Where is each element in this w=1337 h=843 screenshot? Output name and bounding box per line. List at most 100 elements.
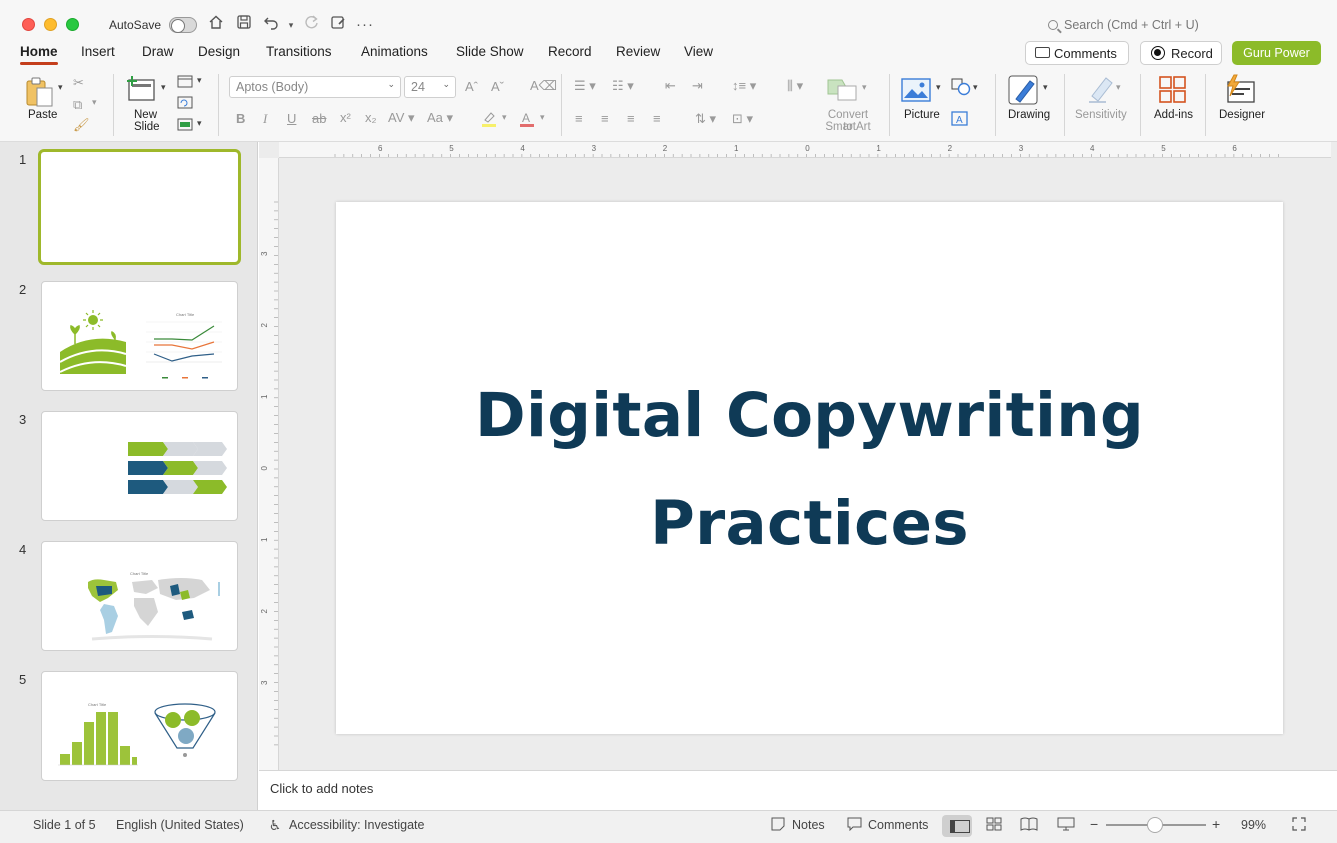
svg-text:A: A: [522, 111, 530, 125]
character-spacing-icon: AV ▾: [388, 110, 415, 125]
drawing-label: Drawing: [1008, 109, 1051, 121]
language-status[interactable]: English (United States): [116, 818, 244, 832]
slide-thumbnail-5[interactable]: Chart Title: [41, 671, 238, 781]
font-name-value: Aptos (Body): [236, 80, 309, 94]
designer-icon[interactable]: [1224, 74, 1256, 107]
font-size-value: 24: [411, 80, 425, 94]
new-slide-label-line2: Slide: [134, 121, 160, 133]
drawing-icon[interactable]: [1008, 75, 1040, 108]
slide-thumbnail-2[interactable]: Chart Title: [41, 281, 238, 391]
accessibility-icon[interactable]: ♿: [266, 817, 284, 833]
ruler-label: 1: [260, 394, 269, 399]
ribbon-home: ▾ Paste ✂ ⧉ ▾ 🖌 ▾ New Slide ▾ ▾ Aptos (B…: [0, 68, 1337, 142]
current-slide[interactable]: Digital Copywriting Practices: [336, 202, 1283, 734]
slide-thumbnails-pane[interactable]: 1 2 Chart Title 3 4 Chart Title 5 Chart …: [0, 142, 258, 810]
decrease-indent-icon: ⇤: [665, 78, 676, 93]
picture-label: Picture: [904, 109, 940, 121]
slide-show-icon[interactable]: [1057, 817, 1075, 833]
ruler-label: 3: [1019, 144, 1024, 153]
paste-label: Paste: [28, 109, 58, 121]
save-icon[interactable]: [233, 14, 255, 36]
subscript-icon: x₂: [365, 110, 377, 125]
reset-slide-icon[interactable]: [177, 96, 193, 112]
close-window-button[interactable]: [22, 18, 35, 31]
comments-status-icon[interactable]: [845, 817, 863, 833]
home-icon[interactable]: [205, 14, 227, 36]
decrease-font-size-icon: Aˇ: [491, 79, 504, 94]
tab-view[interactable]: View: [684, 44, 713, 59]
picture-icon[interactable]: [901, 78, 931, 105]
notes-toggle[interactable]: Notes: [792, 818, 825, 832]
shapes-icon[interactable]: [951, 78, 971, 99]
slide-thumbnail-1[interactable]: [38, 149, 241, 265]
search-placeholder: Search (Cmd + Ctrl + U): [1064, 18, 1199, 32]
section-dropdown-icon[interactable]: ▾: [197, 118, 202, 129]
save-as-icon[interactable]: [327, 14, 349, 36]
bullets-icon: ☰ ▾: [574, 78, 596, 93]
ruler-label: 6: [1232, 144, 1237, 153]
zoom-slider-handle[interactable]: [1147, 817, 1163, 833]
autosave-label: AutoSave: [109, 18, 162, 32]
zoom-out-icon[interactable]: −: [1090, 816, 1098, 832]
tab-animations[interactable]: Animations: [361, 44, 428, 59]
tab-transitions[interactable]: Transitions: [266, 44, 332, 59]
font-name-select[interactable]: Aptos (Body) ⌄: [229, 76, 401, 98]
picture-dropdown-icon[interactable]: ▾: [936, 82, 941, 93]
zoom-level[interactable]: 99%: [1241, 818, 1266, 832]
fit-to-window-icon[interactable]: [1290, 817, 1308, 833]
paste-icon[interactable]: [24, 76, 56, 111]
tab-design[interactable]: Design: [198, 44, 240, 59]
title-bar: AutoSave ▾ ··· Search (Cmd + Ctrl + U): [0, 0, 1337, 40]
ruler-label: 0: [805, 144, 810, 153]
text-box-icon[interactable]: A: [951, 111, 969, 130]
layout-dropdown-icon[interactable]: ▾: [197, 75, 202, 86]
comments-toggle[interactable]: Comments: [868, 818, 928, 832]
tab-insert[interactable]: Insert: [81, 44, 115, 59]
minimize-window-button[interactable]: [44, 18, 57, 31]
guru-power-button[interactable]: Guru Power: [1232, 41, 1321, 65]
new-slide-icon[interactable]: [126, 74, 156, 105]
zoom-in-icon[interactable]: +: [1212, 816, 1220, 832]
add-ins-icon[interactable]: [1158, 75, 1188, 108]
tab-review[interactable]: Review: [616, 44, 660, 59]
convert-smartart-icon: [826, 76, 860, 105]
tab-record[interactable]: Record: [548, 44, 592, 59]
ruler-label: 1: [876, 144, 881, 153]
tab-slide-show[interactable]: Slide Show: [456, 44, 524, 59]
comments-button[interactable]: Comments: [1025, 41, 1129, 65]
notes-pane[interactable]: Click to add notes: [259, 770, 1337, 810]
designer-label: Designer: [1219, 109, 1266, 121]
slide-title-line2: Practices: [650, 488, 969, 559]
normal-view-icon[interactable]: [942, 815, 972, 837]
reading-view-icon[interactable]: [1020, 817, 1038, 833]
undo-dropdown-icon[interactable]: ▾: [280, 14, 302, 36]
shapes-dropdown-icon[interactable]: ▾: [973, 82, 978, 93]
section-icon[interactable]: [177, 118, 193, 134]
tab-home[interactable]: Home: [20, 44, 58, 65]
slide-thumbnail-3[interactable]: [41, 411, 238, 521]
ribbon-separator: [995, 74, 996, 136]
new-slide-dropdown-icon[interactable]: ▾: [161, 82, 166, 93]
search-box[interactable]: Search (Cmd + Ctrl + U): [1048, 18, 1199, 32]
maximize-window-button[interactable]: [66, 18, 79, 31]
paste-dropdown-icon[interactable]: ▾: [58, 82, 63, 93]
slide-sorter-icon[interactable]: [985, 817, 1003, 833]
record-button[interactable]: Record: [1140, 41, 1222, 65]
slide-thumbnail-4[interactable]: Chart Title: [41, 541, 238, 651]
autosave-toggle[interactable]: [169, 17, 197, 33]
slide-title[interactable]: Digital Copywriting Practices: [336, 362, 1283, 578]
notes-icon[interactable]: [769, 817, 787, 833]
thumb-number: 5: [19, 672, 27, 687]
font-color-icon: A: [518, 110, 536, 131]
vertical-ruler: 3 2 1 0 1 2 3: [259, 158, 279, 770]
tab-draw[interactable]: Draw: [142, 44, 174, 59]
drawing-dropdown-icon[interactable]: ▾: [1043, 82, 1048, 93]
ruler-label: 3: [592, 144, 597, 153]
more-options-icon[interactable]: ···: [354, 14, 376, 36]
comment-bubble-icon: [1035, 47, 1050, 58]
undo-icon[interactable]: [260, 14, 282, 36]
layout-icon[interactable]: [177, 75, 193, 91]
accessibility-status[interactable]: Accessibility: Investigate: [289, 818, 424, 832]
format-painter-icon[interactable]: 🖌: [73, 117, 90, 133]
font-size-select[interactable]: 24 ⌄: [404, 76, 456, 98]
